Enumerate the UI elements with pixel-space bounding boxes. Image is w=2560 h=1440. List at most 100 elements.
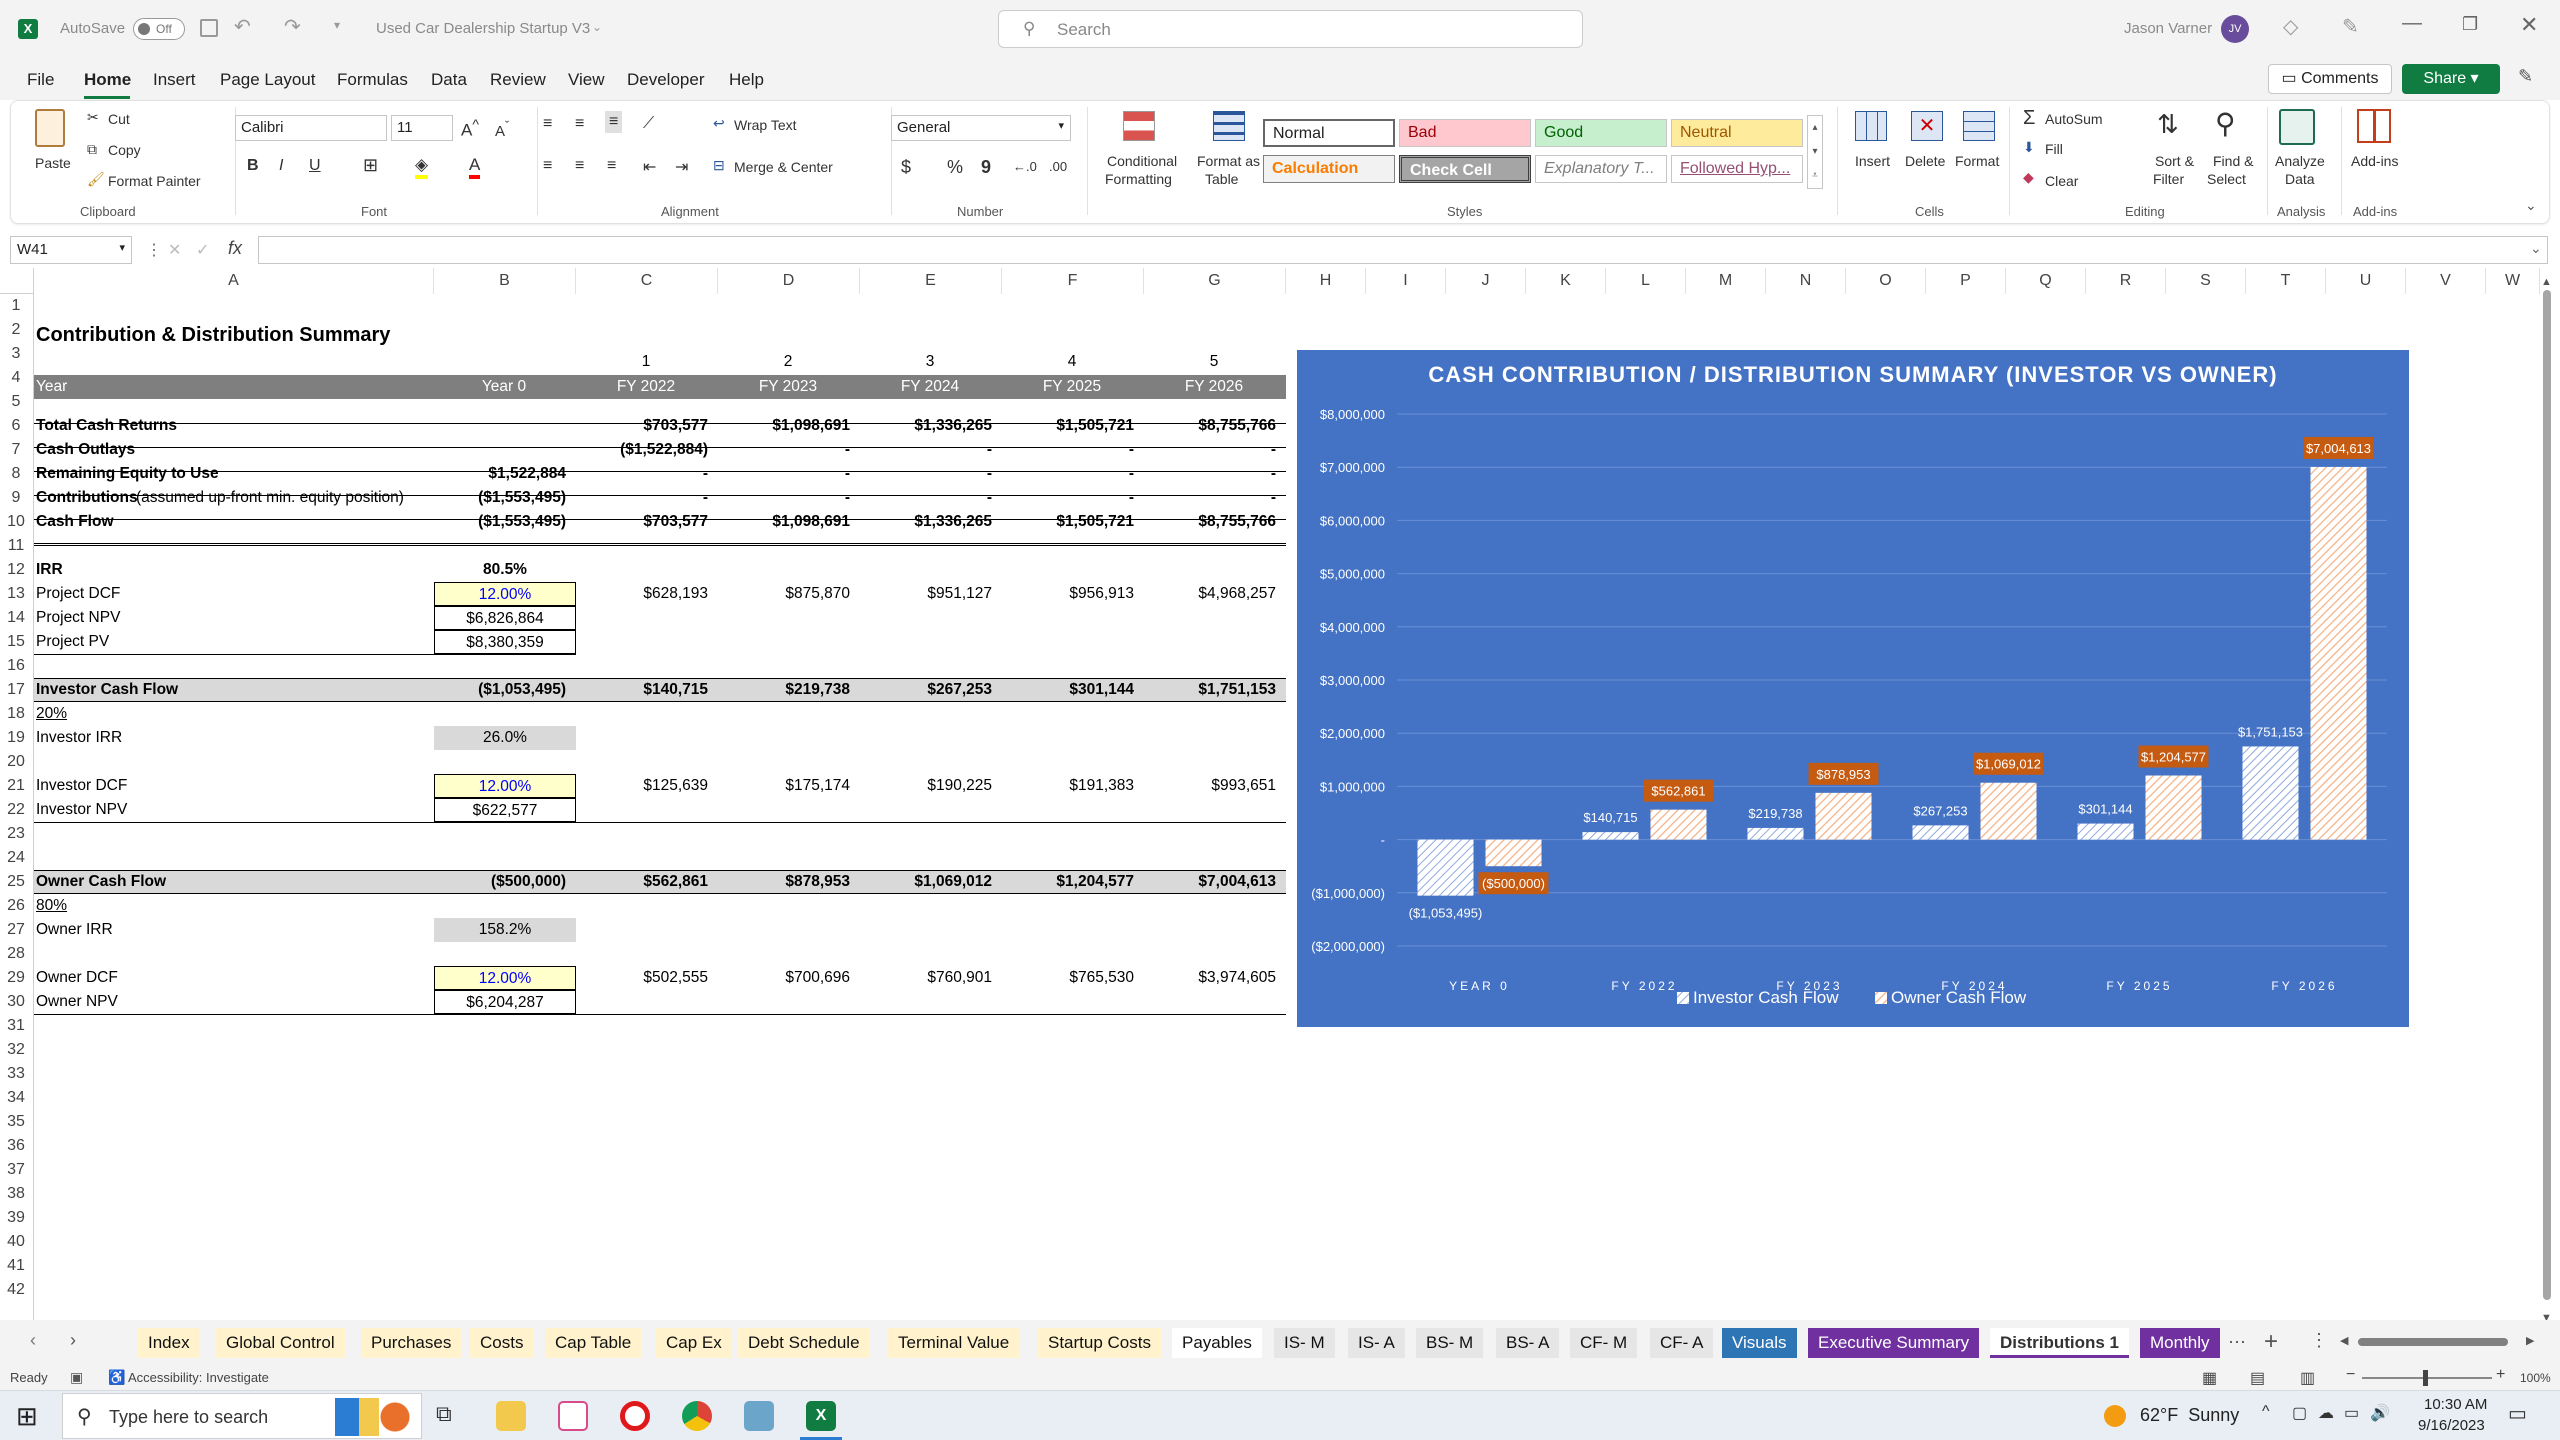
wrap-text-button[interactable]: Wrap Text: [734, 117, 797, 133]
bar-investor[interactable]: [1747, 827, 1804, 840]
sheet-tab[interactable]: IS- M: [1274, 1328, 1335, 1358]
cell[interactable]: ($1,053,495): [436, 678, 566, 702]
sort-filter-button-1[interactable]: Sort &: [2155, 153, 2194, 169]
cell[interactable]: $956,913: [1004, 582, 1134, 606]
addins-button[interactable]: Add-ins: [2351, 153, 2398, 169]
windows-start-icon[interactable]: ⊞: [16, 1401, 38, 1432]
analyze-data-button-1[interactable]: Analyze: [2275, 153, 2325, 169]
cell[interactable]: Owner NPV: [36, 990, 118, 1014]
cell[interactable]: Project DCF: [36, 582, 120, 606]
taskbar-search[interactable]: ⚲ Type here to search: [62, 1393, 422, 1439]
autosum-button[interactable]: AutoSum: [2045, 111, 2103, 127]
bar-investor[interactable]: [1912, 825, 1969, 840]
cell[interactable]: $3,974,605: [1146, 966, 1276, 990]
percent-icon[interactable]: %: [947, 157, 963, 178]
row-header[interactable]: 20: [0, 750, 32, 774]
cell[interactable]: $4,968,257: [1146, 582, 1276, 606]
task-view-icon[interactable]: ⧉: [436, 1401, 452, 1427]
year-header[interactable]: FY 2026: [1144, 375, 1284, 399]
sort-filter-button-2[interactable]: Filter: [2153, 171, 2184, 187]
paste-button[interactable]: Paste: [35, 155, 71, 171]
row-header[interactable]: 18: [0, 702, 32, 726]
column-header-o[interactable]: O: [1846, 268, 1926, 294]
column-header-g[interactable]: G: [1144, 268, 1286, 294]
cell[interactable]: $502,555: [578, 966, 708, 990]
zoom-in-icon[interactable]: +: [2496, 1366, 2505, 1384]
row-header[interactable]: 35: [0, 1110, 32, 1134]
cell[interactable]: Owner DCF: [36, 966, 118, 990]
indent-decrease-icon[interactable]: ⇤: [643, 157, 656, 177]
cell[interactable]: $878,953: [720, 870, 850, 894]
cell[interactable]: $703,577: [578, 414, 708, 438]
speaker-icon[interactable]: 🔊: [2370, 1403, 2390, 1423]
chrome-icon[interactable]: [682, 1401, 712, 1431]
column-header-a[interactable]: A: [34, 268, 434, 294]
style-followed-hyperlink[interactable]: Followed Hyp...: [1671, 155, 1803, 183]
cell[interactable]: $191,383: [1004, 774, 1134, 798]
excel-taskbar-icon[interactable]: X: [806, 1401, 836, 1431]
cell[interactable]: Investor DCF: [36, 774, 127, 798]
cell[interactable]: $628,193: [578, 582, 708, 606]
row-header[interactable]: 36: [0, 1134, 32, 1158]
fill-color-icon[interactable]: ◈: [415, 155, 429, 179]
decrease-font-icon[interactable]: Aˇ: [495, 119, 509, 140]
opera-icon[interactable]: [620, 1401, 650, 1431]
scroll-left-icon[interactable]: ◀: [2340, 1334, 2348, 1347]
row-header[interactable]: 9: [0, 486, 32, 510]
style-bad[interactable]: Bad: [1399, 119, 1531, 147]
accessibility-icon[interactable]: ♿: [108, 1369, 125, 1386]
period-number[interactable]: 5: [1144, 350, 1284, 374]
cell[interactable]: $267,253: [862, 678, 992, 702]
tray-icon[interactable]: ▢: [2292, 1403, 2307, 1423]
menu-view[interactable]: View: [568, 70, 605, 90]
row-header[interactable]: 15: [0, 630, 32, 654]
italic-icon[interactable]: I: [279, 157, 283, 175]
weather-text[interactable]: 62°F Sunny: [2140, 1405, 2239, 1426]
file-explorer-icon[interactable]: [496, 1401, 526, 1431]
close-icon[interactable]: ✕: [2520, 12, 2538, 38]
style-check-cell[interactable]: Check Cell: [1399, 155, 1531, 183]
save-icon[interactable]: [200, 19, 218, 37]
cell[interactable]: -: [862, 462, 992, 486]
format-cells-button[interactable]: Format: [1955, 153, 1999, 169]
scroll-right-icon[interactable]: ▶: [2526, 1334, 2534, 1347]
column-header-n[interactable]: N: [1766, 268, 1846, 294]
cell[interactable]: -: [720, 438, 850, 462]
menu-page-layout[interactable]: Page Layout: [220, 70, 315, 90]
cell[interactable]: $8,755,766: [1146, 414, 1276, 438]
cell[interactable]: Owner IRR: [36, 918, 113, 942]
period-number[interactable]: 3: [860, 350, 1000, 374]
style-neutral[interactable]: Neutral: [1671, 119, 1803, 147]
row-header[interactable]: 27: [0, 918, 32, 942]
bar-investor[interactable]: [1417, 839, 1474, 896]
cell[interactable]: $951,127: [862, 582, 992, 606]
tab-scroll-left-icon[interactable]: ‹: [30, 1330, 36, 1351]
restore-icon[interactable]: ❐: [2462, 14, 2478, 35]
macro-record-icon[interactable]: ▣: [70, 1369, 83, 1386]
cell[interactable]: -: [1004, 462, 1134, 486]
cell[interactable]: Cash Outlays: [36, 438, 135, 462]
row-header[interactable]: 7: [0, 438, 32, 462]
sheet-tab[interactable]: Startup Costs: [1038, 1328, 1161, 1358]
column-header-f[interactable]: F: [1002, 268, 1144, 294]
column-header-v[interactable]: V: [2406, 268, 2486, 294]
tab-scroll-right-icon[interactable]: ›: [70, 1330, 76, 1351]
cell[interactable]: 80%: [36, 894, 67, 918]
comments-button[interactable]: ▭ Comments: [2268, 64, 2392, 94]
cell[interactable]: $1,336,265: [862, 510, 992, 534]
row-header[interactable]: 16: [0, 654, 32, 678]
snipping-tool-icon[interactable]: [558, 1401, 588, 1431]
conditional-formatting-button-1[interactable]: Conditional: [1107, 153, 1177, 169]
cell[interactable]: $140,715: [578, 678, 708, 702]
horizontal-scroll-thumb[interactable]: [2358, 1338, 2508, 1346]
cell[interactable]: $1,522,884: [436, 462, 566, 486]
cell[interactable]: -: [1146, 462, 1276, 486]
sheet-tab[interactable]: BS- M: [1416, 1328, 1484, 1358]
cell[interactable]: -: [862, 438, 992, 462]
sheet-tab[interactable]: Cap Ex: [656, 1328, 732, 1358]
row-header[interactable]: 3: [0, 342, 32, 366]
cell[interactable]: -: [720, 486, 850, 510]
cell[interactable]: $175,174: [720, 774, 850, 798]
cell[interactable]: $7,004,613: [1146, 870, 1276, 894]
collapse-ribbon-icon[interactable]: ⌄: [2525, 197, 2537, 214]
